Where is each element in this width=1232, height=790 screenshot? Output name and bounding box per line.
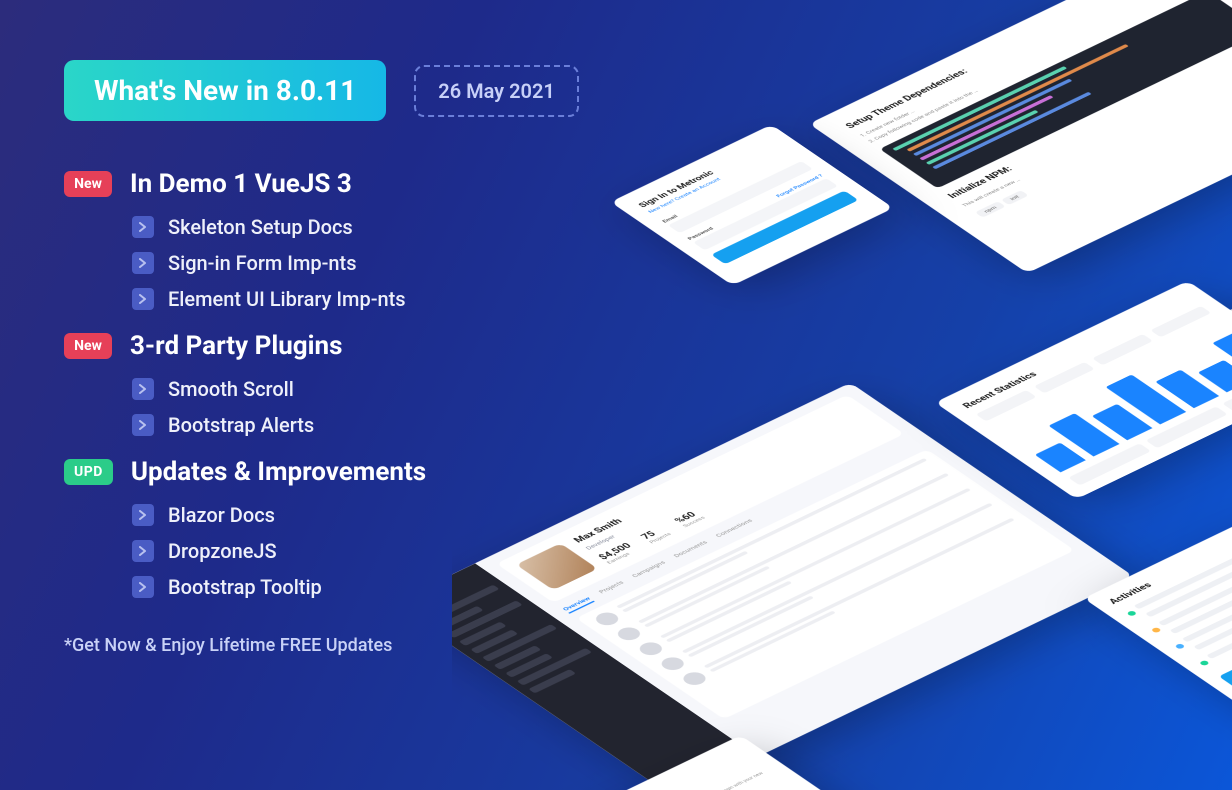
chevron-right-icon [132,252,154,274]
changelog-item-label: Skeleton Setup Docs [168,215,353,239]
stat-success: %60Success [672,509,706,528]
mockup-docs-card: Setup Theme Dependencies: 1. Create new … [809,0,1232,273]
changelog-item-label: Sign-in Form Imp-nts [168,251,357,275]
section-demo1-vuejs: New In Demo 1 VueJS 3 Skeleton Setup Doc… [64,169,579,311]
changelog-item[interactable]: Bootstrap Alerts [132,413,579,437]
chevron-right-icon [132,576,154,598]
chevron-right-icon [132,216,154,238]
tag-new: New [64,171,112,197]
section-title: Updates & Improvements [131,457,426,487]
stat-projects: 75Projects [639,525,673,544]
changelog-item-label: Bootstrap Tooltip [168,575,322,599]
version-title-badge: What's New in 8.0.11 [64,60,386,121]
changelog-item[interactable]: Sign-in Form Imp-nts [132,251,579,275]
changelog-item[interactable]: Element UI Library Imp-nts [132,287,579,311]
section-title: 3-rd Party Plugins [130,331,342,361]
section-plugins: New 3-rd Party Plugins Smooth Scroll Boo… [64,331,579,437]
mockup-stats-card: Recent Statistics [935,281,1232,499]
changelog-item-label: DropzoneJS [168,539,277,563]
changelog-item[interactable]: Bootstrap Tooltip [132,575,579,599]
tag-upd: UPD [64,459,113,485]
changelog-item-label: Bootstrap Alerts [168,413,314,437]
changelog-item[interactable]: DropzoneJS [132,539,579,563]
mockup-activities-card: Activities [1084,510,1232,730]
section-updates: UPD Updates & Improvements Blazor Docs D… [64,457,579,599]
release-date-badge: 26 May 2021 [414,65,579,117]
changelog-item[interactable]: Skeleton Setup Docs [132,215,579,239]
chevron-right-icon [132,540,154,562]
footer-note: *Get Now & Enjoy Lifetime FREE Updates [64,635,579,656]
changelog-item-label: Element UI Library Imp-nts [168,287,406,311]
chevron-right-icon [132,414,154,436]
stat-earnings: $4,500Earnings [596,541,639,564]
changelog-item[interactable]: Blazor Docs [132,503,579,527]
changelog-item[interactable]: Smooth Scroll [132,377,579,401]
chevron-right-icon [132,504,154,526]
changelog-item-label: Blazor Docs [168,503,275,527]
chevron-right-icon [132,288,154,310]
chevron-right-icon [132,378,154,400]
section-title: In Demo 1 VueJS 3 [130,169,352,199]
tag-new: New [64,333,112,359]
changelog-item-label: Smooth Scroll [168,377,294,401]
